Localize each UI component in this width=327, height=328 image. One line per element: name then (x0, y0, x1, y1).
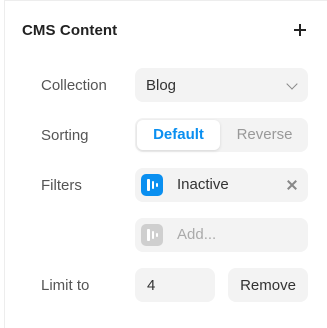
section-title: CMS Content (22, 22, 118, 39)
sorting-label: Sorting (41, 127, 89, 144)
collection-select[interactable]: Blog (135, 68, 308, 102)
cms-content-panel: CMS Content Collection Blog Sorting Defa… (0, 0, 327, 328)
collection-label: Collection (41, 77, 107, 94)
add-filter-button[interactable]: Add... (135, 218, 308, 252)
filter-item[interactable]: Inactive (135, 168, 308, 202)
remove-limit-button[interactable]: Remove (228, 268, 308, 302)
sort-reverse-option[interactable]: Reverse (223, 120, 306, 150)
collection-value: Blog (146, 77, 177, 94)
limit-input[interactable] (135, 268, 215, 302)
toggle-filter-icon (141, 174, 163, 196)
sorting-segmented-control: Default Reverse (135, 118, 308, 152)
chevron-down-icon (286, 78, 298, 90)
limit-label: Limit to (41, 277, 90, 294)
close-icon[interactable] (286, 179, 298, 191)
filters-label: Filters (41, 177, 82, 194)
add-filter-icon (141, 224, 163, 246)
add-filter-placeholder: Add... (177, 226, 217, 243)
sort-default-option[interactable]: Default (137, 120, 220, 150)
top-divider (5, 0, 327, 1)
left-divider (4, 0, 5, 328)
filter-item-label: Inactive (177, 176, 229, 193)
plus-icon[interactable] (290, 20, 310, 40)
